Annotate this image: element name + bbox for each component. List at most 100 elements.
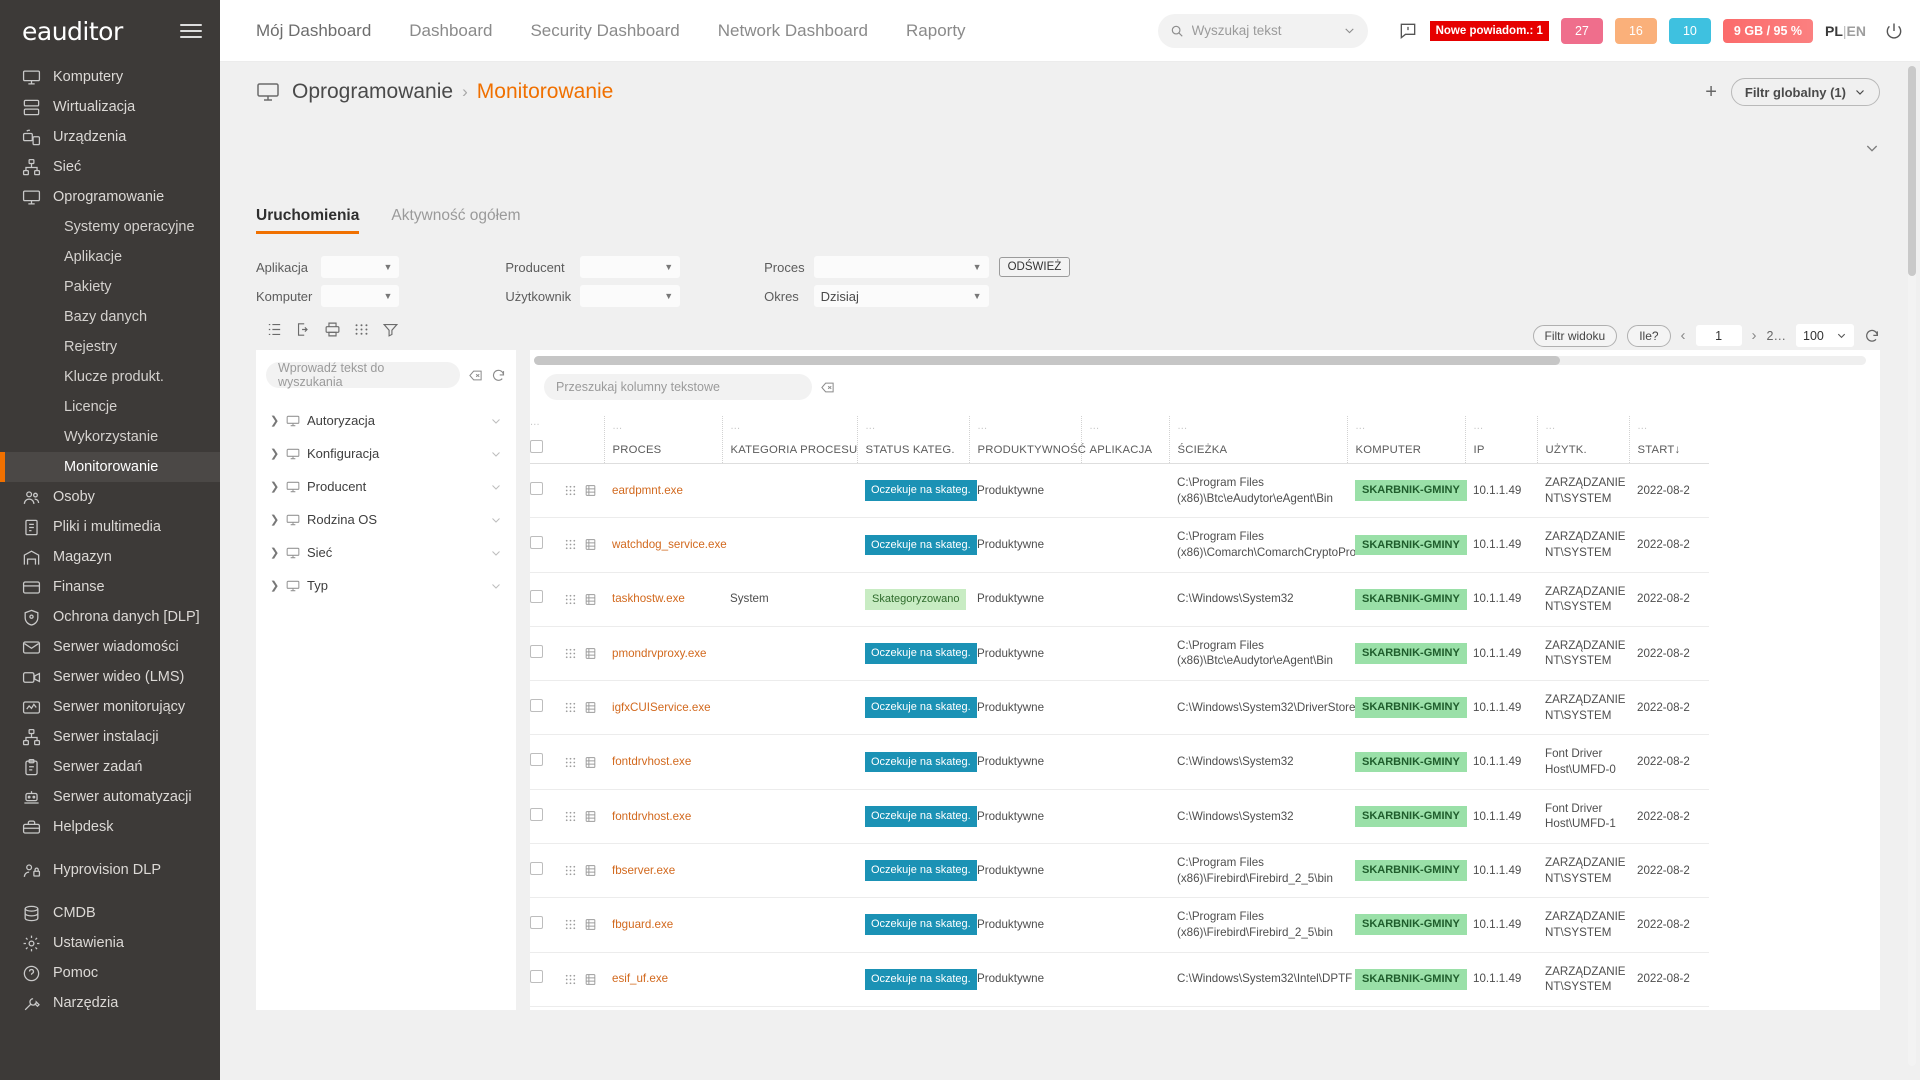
filter-select-aplikacja[interactable]: ▼ [321,256,400,278]
table-row[interactable]: fbguard.exe Oczekuje na skateg. Produktywn… [530,897,1709,953]
chevron-down-icon[interactable] [490,580,502,592]
details-icon[interactable] [584,484,597,497]
alert-message-icon[interactable] [1398,21,1418,41]
details-icon[interactable] [584,864,597,877]
table-row[interactable]: taskhostw.exe System Skategoryzowano Produk… [530,572,1709,627]
funnel-icon[interactable] [382,321,399,338]
chevron-down-icon[interactable] [490,547,502,559]
counter-pill-2[interactable]: 16 [1614,17,1657,44]
row-checkbox-cell[interactable] [530,463,564,519]
table-header-ip[interactable]: ... IP [1464,416,1537,464]
lang-pl[interactable]: PL [1825,23,1843,39]
sidebar-item-cmdb[interactable]: CMDB [0,898,220,928]
expand-icon[interactable]: ❯ [270,513,279,526]
table-row[interactable]: fbserver.exe Oczekuje na skateg. Produktyw… [530,843,1709,899]
row-checkbox[interactable] [530,536,543,550]
row-checkbox[interactable] [530,916,543,930]
filter-select-uzytkownik[interactable]: ▼ [580,285,681,307]
page-number-input[interactable]: 1 [1695,325,1742,346]
row-action-icons[interactable] [564,680,604,736]
row-action-icons[interactable] [564,517,604,573]
cell-proces[interactable]: esif_uf.exe [604,952,722,1007]
grid-icon[interactable] [564,918,577,931]
details-icon[interactable] [584,756,597,769]
sidebar-item-ustawienia[interactable]: Ustawienia [0,928,220,958]
next-page-button[interactable]: › [1752,327,1757,344]
filter-select-okres[interactable]: Dzisiaj ▼ [813,285,989,307]
tree-search-input[interactable]: Wprowadź tekst do wyszukania [266,361,460,389]
notification-badge[interactable]: Nowe powiadom.: 1 [1429,20,1549,41]
sidebar-item-finanse[interactable]: Finanse [0,572,220,602]
grid-icon[interactable] [353,321,370,338]
top-tab-dashboard[interactable]: Dashboard [409,21,492,41]
grid-icon[interactable] [564,973,577,986]
details-icon[interactable] [584,593,597,606]
horizontal-scrollbar[interactable] [534,356,1866,365]
details-icon[interactable] [584,973,597,986]
sidebar-item-serwer-wiadomosci[interactable]: Serwer wiadomości [0,632,220,662]
row-action-icons[interactable] [564,572,604,627]
row-checkbox-cell[interactable] [530,572,564,627]
breadcrumb-parent[interactable]: Oprogramowanie [292,80,453,104]
filter-select-proces[interactable]: ▼ [813,256,989,278]
view-filter-button[interactable]: Filtr widoku [1532,324,1618,347]
table-row[interactable]: fontdrvhost.exe Oczekuje na skateg. Produk… [530,789,1709,844]
column-filter-dots[interactable]: ... [1474,420,1537,432]
column-filter-dots[interactable]: ... [1090,420,1169,432]
global-filter-button[interactable]: Filtr globalny (1) [1730,78,1880,106]
sidebar-item-klucze-produktu[interactable]: Klucze produkt. [0,362,220,392]
sidebar-item-narzedzia[interactable]: Narzędzia [0,988,220,1018]
table-row[interactable]: igfxCUIService.exe Oczekuje na skateg. Pro… [530,680,1709,736]
row-checkbox-cell[interactable] [530,952,564,1007]
sidebar-item-licencje[interactable]: Licencje [0,392,220,422]
sidebar-item-serwer-wideo-lms[interactable]: Serwer wideo (LMS) [0,662,220,692]
reload-icon[interactable] [1864,328,1880,344]
row-checkbox[interactable] [530,861,543,875]
filter-select-komputer[interactable]: ▼ [321,285,400,307]
table-header-status-kateg[interactable]: ... STATUS KATEG. [856,416,969,464]
table-header-uzytkownik[interactable]: ... UŻYTK. [1536,416,1629,464]
list-tree-icon[interactable] [266,321,283,338]
row-checkbox[interactable] [530,753,543,767]
details-icon[interactable] [584,538,597,551]
filter-select-producent[interactable]: ▼ [580,256,681,278]
expand-icon[interactable]: ❯ [270,480,279,493]
table-row[interactable]: eaperfmon.exe Oczekuje na skateg.Produkty… [530,1006,1709,1010]
row-action-icons[interactable] [564,843,604,899]
sidebar-item-urzadzenia[interactable]: Urządzenia [0,122,220,152]
sidebar-item-aplikacje[interactable]: Aplikacje [0,242,220,272]
row-checkbox-cell[interactable] [530,843,564,899]
row-checkbox-cell[interactable] [530,789,564,844]
row-checkbox[interactable] [530,807,543,821]
tree-item-siec[interactable]: ❯ Sieć [266,536,506,569]
row-action-icons[interactable] [564,789,604,844]
chevron-down-icon[interactable] [490,415,502,427]
cell-proces[interactable]: taskhostw.exe [604,572,722,627]
top-tab-raporty[interactable]: Raporty [906,21,966,41]
sidebar-item-ochrona-danych-dlp[interactable]: Ochrona danych [DLP] [0,602,220,632]
row-action-icons[interactable] [564,1006,604,1010]
sidebar-item-systemy-operacyjne[interactable]: Systemy operacyjne [0,212,220,242]
column-filter-dots[interactable]: ... [978,420,1081,432]
refresh-button[interactable]: ODŚWIEŻ [998,257,1071,277]
sidebar-item-serwer-monitorujacy[interactable]: Serwer monitorujący [0,692,220,722]
sidebar-item-hyprovision-dlp[interactable]: Hyprovision DLP [0,855,220,885]
row-action-icons[interactable] [564,734,604,790]
row-checkbox[interactable] [530,970,543,984]
sidebar-item-oprogramowanie[interactable]: Oprogramowanie [0,182,220,212]
sidebar-item-serwer-instalacji[interactable]: Serwer instalacji [0,722,220,752]
language-switcher[interactable]: PL|EN [1825,23,1866,39]
row-checkbox-cell[interactable] [530,626,564,682]
table-row[interactable]: pmondrvproxy.exe Oczekuje na skateg. Produ… [530,626,1709,682]
top-tab-moj-dashboard[interactable]: Mój Dashboard [256,21,371,41]
sidebar-item-monitorowanie[interactable]: Monitorowanie [0,452,220,482]
sidebar-item-serwer-automatyzacji[interactable]: Serwer automatyzacji [0,782,220,812]
details-icon[interactable] [584,647,597,660]
table-row[interactable]: watchdog_service.exe Oczekuje na skateg. P… [530,517,1709,573]
cell-proces[interactable]: fontdrvhost.exe [604,789,722,844]
sidebar-item-magazyn[interactable]: Magazyn [0,542,220,572]
sidebar-item-helpdesk[interactable]: Helpdesk [0,812,220,842]
cell-proces[interactable]: eardpmnt.exe [604,463,722,519]
sidebar-item-osoby[interactable]: Osoby [0,482,220,512]
menu-toggle-icon[interactable] [180,20,202,42]
